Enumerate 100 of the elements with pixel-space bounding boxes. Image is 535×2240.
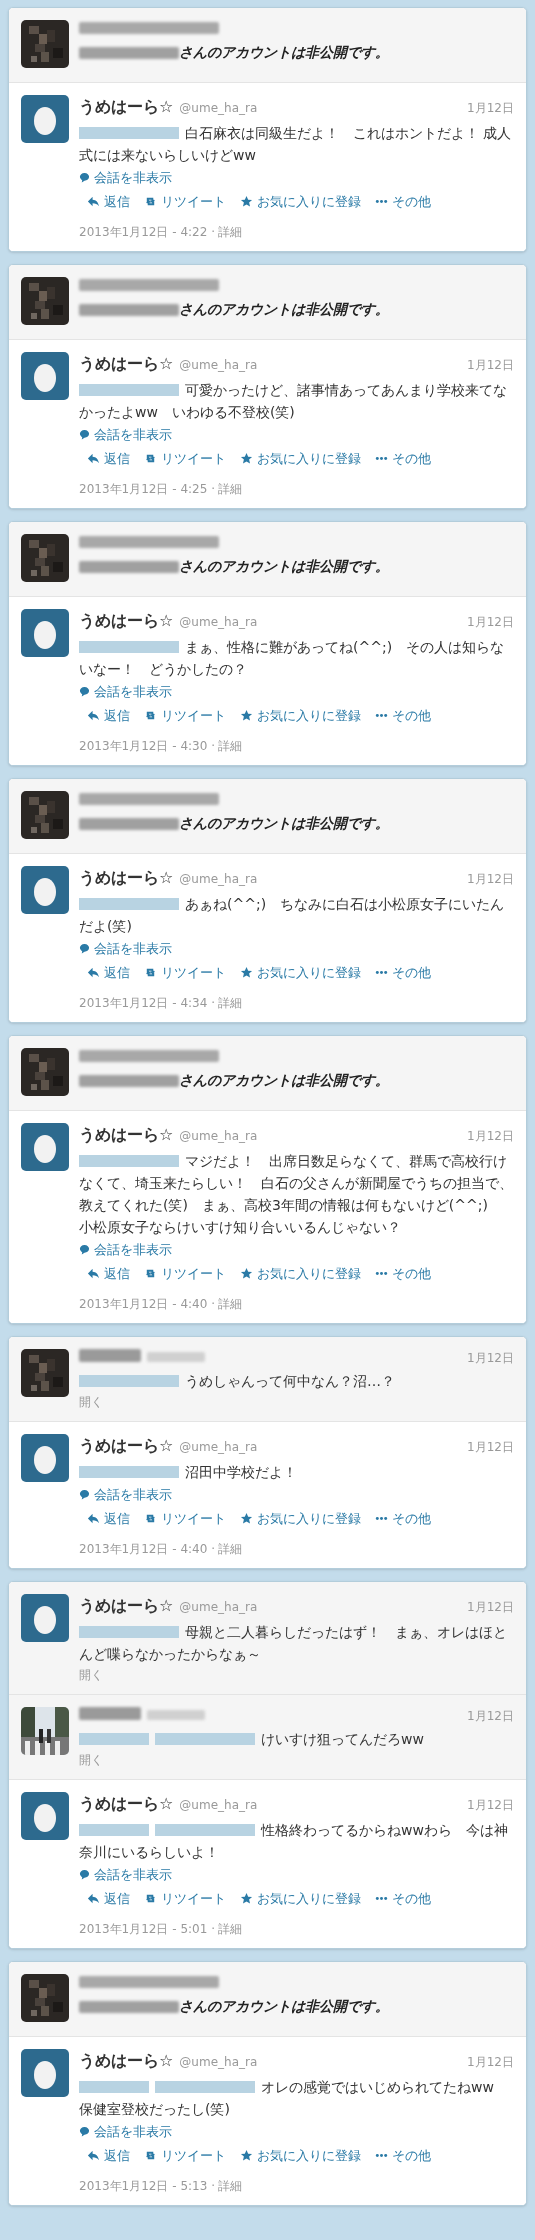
tweet-date[interactable]: 1月12日 xyxy=(467,99,514,117)
details-link[interactable]: 詳細 xyxy=(218,223,242,241)
user-name[interactable]: うめはーら☆ xyxy=(79,352,174,376)
details-link[interactable]: 詳細 xyxy=(218,994,242,1012)
user-name[interactable]: うめはーら☆ xyxy=(79,609,174,633)
timestamp: 2013年1月12日 - 5:13 · xyxy=(79,2178,215,2195)
user-name[interactable]: うめはーら☆ xyxy=(79,95,174,119)
star-icon xyxy=(240,1266,253,1280)
favorite-button[interactable]: お気に入りに登録 xyxy=(240,448,361,468)
open-link[interactable]: 開く xyxy=(79,1666,103,1684)
more-button[interactable]: その他 xyxy=(375,705,431,725)
user-name[interactable]: うめはーら☆ xyxy=(79,1434,174,1458)
more-button[interactable]: その他 xyxy=(375,191,431,211)
retweet-button[interactable]: リツイート xyxy=(144,1888,226,1908)
reply-button[interactable]: 返信 xyxy=(87,705,130,725)
avatar[interactable] xyxy=(21,1792,69,1840)
favorite-button[interactable]: お気に入りに登録 xyxy=(240,2145,361,2165)
user-handle[interactable]: @ume_ha_ra xyxy=(179,1796,258,1814)
tweet-date[interactable]: 1月12日 xyxy=(467,1598,514,1616)
open-link[interactable]: 開く xyxy=(79,1751,103,1769)
user-handle[interactable]: @ume_ha_ra xyxy=(179,613,258,631)
user-name[interactable]: うめはーら☆ xyxy=(79,866,174,890)
more-button[interactable]: その他 xyxy=(375,2145,431,2165)
reply-button[interactable]: 返信 xyxy=(87,1888,130,1908)
more-button[interactable]: その他 xyxy=(375,448,431,468)
private-account-notice: さんのアカウントは非公開です。 xyxy=(179,43,389,62)
tweet-date[interactable]: 1月12日 xyxy=(467,356,514,374)
details-link[interactable]: 詳細 xyxy=(218,737,242,755)
avatar[interactable] xyxy=(21,609,69,657)
hide-conversation-link[interactable]: 会話を非表示 xyxy=(79,1240,172,1260)
user-name[interactable]: うめはーら☆ xyxy=(79,1792,174,1816)
reply-button[interactable]: 返信 xyxy=(87,1508,130,1528)
retweet-button[interactable]: リツイート xyxy=(144,2145,226,2165)
details-link[interactable]: 詳細 xyxy=(218,1540,242,1558)
private-account-notice: さんのアカウントは非公開です。 xyxy=(179,1071,389,1090)
user-handle[interactable]: @ume_ha_ra xyxy=(179,1598,258,1616)
details-link[interactable]: 詳細 xyxy=(218,480,242,498)
retweet-button[interactable]: リツイート xyxy=(144,1508,226,1528)
reply-button[interactable]: 返信 xyxy=(87,962,130,982)
reply-button[interactable]: 返信 xyxy=(87,448,130,468)
tweet-date[interactable]: 1月12日 xyxy=(467,870,514,888)
reply-button[interactable]: 返信 xyxy=(87,1263,130,1283)
details-link[interactable]: 詳細 xyxy=(218,1295,242,1313)
timestamp: 2013年1月12日 - 4:22 · xyxy=(79,224,215,241)
user-handle[interactable]: @ume_ha_ra xyxy=(179,1438,258,1456)
hide-conversation-link[interactable]: 会話を非表示 xyxy=(79,1485,172,1505)
hide-conversation-link[interactable]: 会話を非表示 xyxy=(79,939,172,959)
reply-button[interactable]: 返信 xyxy=(87,191,130,211)
tweet-date[interactable]: 1月12日 xyxy=(467,1349,514,1367)
retweet-button[interactable]: リツイート xyxy=(144,448,226,468)
user-handle[interactable]: @ume_ha_ra xyxy=(179,870,258,888)
details-link[interactable]: 詳細 xyxy=(218,2177,242,2195)
hide-conversation-link[interactable]: 会話を非表示 xyxy=(79,1865,172,1885)
avatar[interactable] xyxy=(21,95,69,143)
retweet-button[interactable]: リツイート xyxy=(144,962,226,982)
tweet-date[interactable]: 1月12日 xyxy=(467,613,514,631)
avatar[interactable] xyxy=(21,1434,69,1482)
blurred-name xyxy=(79,1707,141,1720)
more-button[interactable]: その他 xyxy=(375,1263,431,1283)
details-link[interactable]: 詳細 xyxy=(218,1920,242,1938)
favorite-button[interactable]: お気に入りに登録 xyxy=(240,191,361,211)
hide-conversation-link[interactable]: 会話を非表示 xyxy=(79,682,172,702)
favorite-button[interactable]: お気に入りに登録 xyxy=(240,1263,361,1283)
tweet-date[interactable]: 1月12日 xyxy=(467,1438,514,1456)
avatar[interactable] xyxy=(21,1123,69,1171)
user-name[interactable]: うめはーら☆ xyxy=(79,2049,174,2073)
tweet-date[interactable]: 1月12日 xyxy=(467,2053,514,2071)
hide-conversation-link[interactable]: 会話を非表示 xyxy=(79,425,172,445)
tweet-date[interactable]: 1月12日 xyxy=(467,1796,514,1814)
favorite-button[interactable]: お気に入りに登録 xyxy=(240,1508,361,1528)
blurred-handle xyxy=(147,1352,205,1362)
avatar[interactable] xyxy=(21,352,69,400)
retweet-button[interactable]: リツイート xyxy=(144,191,226,211)
user-handle[interactable]: @ume_ha_ra xyxy=(179,1127,258,1145)
favorite-button[interactable]: お気に入りに登録 xyxy=(240,705,361,725)
favorite-button[interactable]: お気に入りに登録 xyxy=(240,1888,361,1908)
blurred-handle xyxy=(147,1710,205,1720)
star-icon xyxy=(240,1511,253,1525)
tweet-date[interactable]: 1月12日 xyxy=(467,1707,514,1725)
retweet-button[interactable]: リツイート xyxy=(144,705,226,725)
favorite-button[interactable]: お気に入りに登録 xyxy=(240,962,361,982)
more-button[interactable]: その他 xyxy=(375,1888,431,1908)
speech-bubble-icon xyxy=(79,686,90,698)
tweet-date[interactable]: 1月12日 xyxy=(467,1127,514,1145)
user-name[interactable]: うめはーら☆ xyxy=(79,1594,174,1618)
avatar[interactable] xyxy=(21,1594,69,1642)
speech-bubble-icon xyxy=(79,1489,90,1501)
user-handle[interactable]: @ume_ha_ra xyxy=(179,356,258,374)
avatar[interactable] xyxy=(21,866,69,914)
avatar[interactable] xyxy=(21,2049,69,2097)
hide-conversation-link[interactable]: 会話を非表示 xyxy=(79,168,172,188)
user-name[interactable]: うめはーら☆ xyxy=(79,1123,174,1147)
retweet-button[interactable]: リツイート xyxy=(144,1263,226,1283)
more-button[interactable]: その他 xyxy=(375,1508,431,1528)
user-handle[interactable]: @ume_ha_ra xyxy=(179,2053,258,2071)
more-button[interactable]: その他 xyxy=(375,962,431,982)
user-handle[interactable]: @ume_ha_ra xyxy=(179,99,258,117)
open-link[interactable]: 開く xyxy=(79,1393,103,1411)
hide-conversation-link[interactable]: 会話を非表示 xyxy=(79,2122,172,2142)
reply-button[interactable]: 返信 xyxy=(87,2145,130,2165)
